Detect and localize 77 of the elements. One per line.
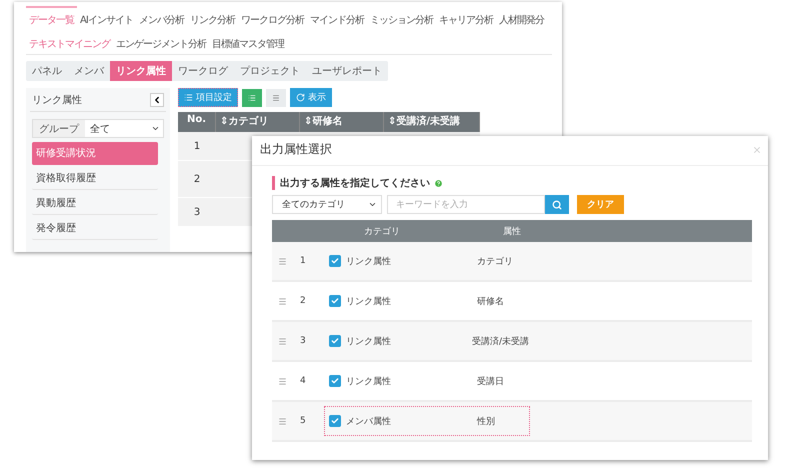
- row-number: 3: [178, 198, 216, 227]
- nav-tab[interactable]: 目標値マスタ管理: [209, 30, 287, 54]
- attribute-text: 受講済/未受講: [472, 336, 529, 348]
- sub-tab[interactable]: ユーザレポート: [306, 61, 388, 81]
- check-icon: [331, 377, 339, 385]
- sub-tab[interactable]: ワークログ: [172, 61, 234, 81]
- refresh-icon: [296, 93, 305, 102]
- category-text: リンク属性: [346, 296, 391, 308]
- check-icon: [331, 297, 339, 305]
- dialog-title: 出力属性選択: [260, 141, 332, 158]
- row-number: 4: [300, 376, 307, 386]
- category-text: リンク属性: [346, 376, 391, 388]
- attribute-text: 研修名: [477, 296, 504, 308]
- search-button[interactable]: [545, 195, 569, 214]
- sidebar-item[interactable]: 発令履歴: [32, 217, 158, 240]
- checkbox[interactable]: [329, 375, 341, 387]
- row-number: 1: [178, 132, 216, 161]
- keyword-field[interactable]: キーワードを入力: [387, 195, 545, 214]
- checkbox[interactable]: [329, 415, 341, 427]
- column-header[interactable]: ⇕受講済/未受講: [384, 112, 480, 132]
- sidebar-title: リンク属性: [32, 94, 82, 107]
- drag-handle-icon[interactable]: [278, 416, 287, 426]
- nav-tab[interactable]: キャリア分析: [436, 6, 496, 30]
- chevron-down-icon: [151, 124, 160, 133]
- nav-tab[interactable]: 人材開発分: [496, 6, 547, 30]
- column-header[interactable]: ⇕カテゴリ: [216, 112, 300, 132]
- checkbox[interactable]: [329, 295, 341, 307]
- row-number: 1: [300, 256, 307, 266]
- check-icon: [331, 257, 339, 265]
- nav-tab[interactable]: エンゲージメント分析: [113, 30, 209, 54]
- checkbox[interactable]: [329, 335, 341, 347]
- chevron-down-icon: [368, 200, 377, 209]
- check-icon: [331, 417, 339, 425]
- list-icon: [248, 92, 256, 102]
- list-view-button[interactable]: [266, 88, 286, 106]
- close-icon[interactable]: [752, 144, 762, 154]
- search-icon: [552, 200, 562, 210]
- column-header: 属性: [502, 226, 521, 238]
- column-header: カテゴリ: [363, 226, 400, 238]
- nav-tab[interactable]: ワークログ分析: [238, 6, 307, 30]
- nav-tab[interactable]: メンバ分析: [136, 6, 187, 30]
- sub-tab[interactable]: メンバ: [68, 61, 110, 81]
- category-select[interactable]: 全てのカテゴリ: [272, 195, 382, 214]
- sub-tab[interactable]: パネル: [26, 61, 68, 81]
- help-icon[interactable]: [434, 178, 443, 188]
- nav-tab[interactable]: ミッション分析: [366, 6, 436, 30]
- chevron-left-icon: [152, 95, 162, 105]
- nav-tab[interactable]: リンク分析: [186, 6, 238, 30]
- category-text: リンク属性: [346, 256, 391, 268]
- lines-icon: [272, 92, 280, 102]
- group-select[interactable]: グループ 全て: [32, 119, 164, 138]
- category-text: メンバ属性: [346, 416, 391, 428]
- column-header: No.: [178, 112, 216, 132]
- column-header[interactable]: ⇕研修名: [300, 112, 384, 132]
- nav-tab[interactable]: マインド分析: [306, 6, 367, 30]
- drag-handle-icon[interactable]: [278, 376, 287, 386]
- grid-view-button[interactable]: [242, 88, 262, 106]
- drag-handle-icon[interactable]: [278, 256, 287, 266]
- row-number: 2: [300, 296, 307, 306]
- check-icon: [331, 337, 339, 345]
- attribute-text: カテゴリ: [477, 256, 513, 268]
- sidebar-item[interactable]: 異動履歴: [32, 192, 158, 215]
- sidebar-item[interactable]: 資格取得履歴: [32, 167, 158, 190]
- prompt-label: 出力する属性を指定してください: [280, 176, 430, 190]
- attribute-text: 性別: [477, 416, 495, 428]
- row-number: 3: [300, 336, 307, 346]
- category-text: リンク属性: [346, 336, 391, 348]
- drag-handle-icon[interactable]: [278, 336, 287, 346]
- collapse-button[interactable]: [150, 93, 164, 107]
- nav-tab[interactable]: AIインサイト: [77, 6, 136, 30]
- list-icon: [184, 93, 193, 102]
- sub-tab[interactable]: プロジェクト: [234, 61, 306, 81]
- drag-handle-icon[interactable]: [278, 296, 287, 306]
- row-number: 5: [300, 416, 307, 426]
- checkbox[interactable]: [329, 255, 341, 267]
- attribute-text: 受講日: [477, 376, 504, 388]
- row-number: 2: [178, 161, 216, 198]
